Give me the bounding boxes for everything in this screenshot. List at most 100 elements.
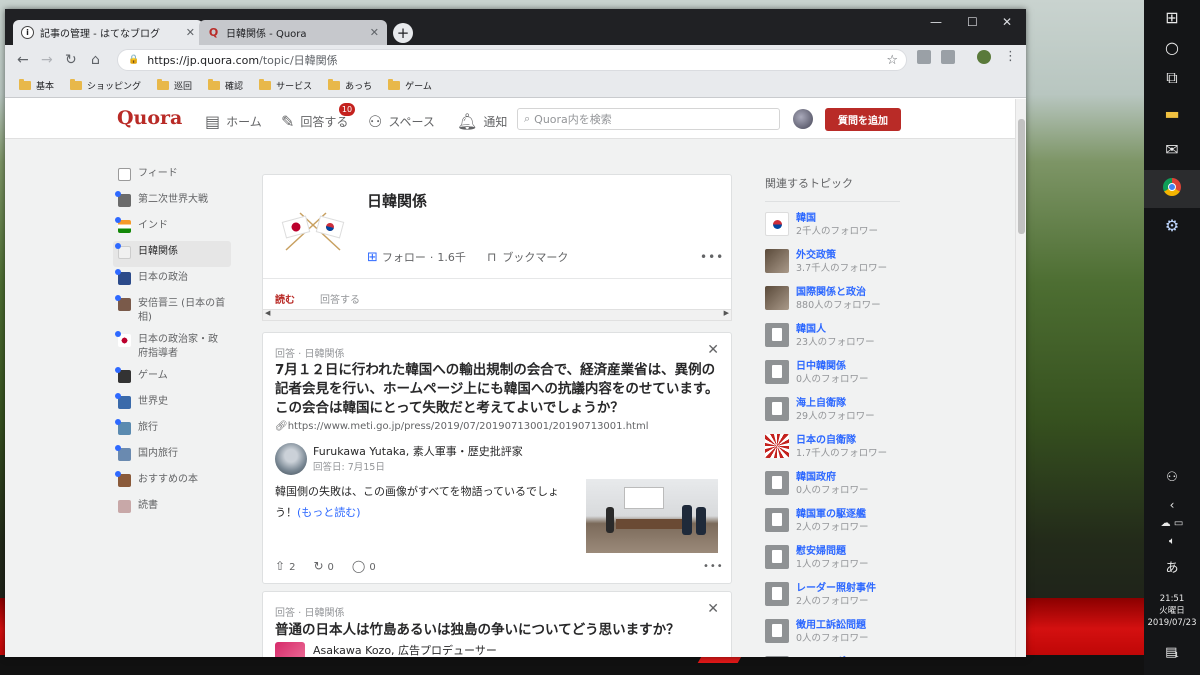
nav-notifications[interactable]: 🔔︎ 通知: [457, 112, 507, 131]
sidebar-item[interactable]: インド: [113, 215, 231, 241]
sidebar-item[interactable]: 日本の政治家・政府指導者: [113, 329, 231, 365]
sidebar-item-active[interactable]: 日韓関係: [113, 241, 231, 267]
task-view-icon[interactable]: ⧉: [1144, 68, 1200, 88]
back-icon[interactable]: ←: [17, 52, 29, 68]
related-topic-item[interactable]: 慰安婦問題 1人のフォロワー: [765, 545, 975, 582]
search-input[interactable]: ⌕ Quora内を検索: [517, 108, 780, 130]
ime-indicator[interactable]: あ: [1144, 557, 1200, 576]
related-topic-item[interactable]: 国際関係と政治 880人のフォロワー: [765, 286, 975, 323]
people-icon[interactable]: ⚇: [1144, 470, 1200, 485]
new-tab-button[interactable]: +: [393, 23, 413, 43]
dismiss-icon[interactable]: ✕: [707, 342, 719, 358]
profile-avatar[interactable]: [977, 50, 991, 64]
upvote-button[interactable]: ⇧ 2: [275, 559, 295, 573]
dismiss-icon[interactable]: ✕: [707, 601, 719, 617]
notification-center-icon[interactable]: ▤ 1: [1144, 645, 1200, 660]
quora-logo[interactable]: Quora: [117, 107, 182, 129]
related-topic-name[interactable]: 日中韓関係: [796, 360, 869, 373]
related-topic-name[interactable]: 韓国人: [796, 323, 875, 336]
scroll-right-icon[interactable]: ▶: [724, 309, 729, 317]
related-topic-item[interactable]: 韓国政府 0人のフォロワー: [765, 471, 975, 508]
follow-button[interactable]: ⊞ フォロー · 1.6千: [367, 249, 466, 265]
horizontal-scrollbar[interactable]: ◀ ▶: [262, 309, 732, 321]
related-topic-item[interactable]: 韓国軍の駆逐艦 2人のフォロワー: [765, 508, 975, 545]
sidebar-item[interactable]: ゲーム: [113, 365, 231, 391]
windows-start-icon[interactable]: ⊞: [1144, 8, 1200, 27]
tab-close-icon[interactable]: ✕: [186, 26, 195, 39]
tab-read[interactable]: 読む: [275, 291, 295, 306]
scroll-left-icon[interactable]: ◀: [265, 309, 270, 317]
sidebar-item[interactable]: おすすめの本: [113, 469, 231, 495]
sidebar-item[interactable]: 安倍晋三 (日本の首相): [113, 293, 231, 329]
bookmark-folder[interactable]: 基本: [19, 79, 54, 92]
minimize-icon[interactable]: —: [930, 15, 942, 29]
clock[interactable]: 21:51 火曜日 2019/07/23: [1144, 593, 1200, 629]
vertical-scrollbar[interactable]: [1015, 99, 1026, 657]
related-topic-name[interactable]: 国際関係と政治: [796, 286, 881, 299]
bookmark-folder[interactable]: 巡回: [157, 79, 192, 92]
cortana-icon[interactable]: ○: [1144, 38, 1200, 57]
sidebar-item[interactable]: 日本の政治: [113, 267, 231, 293]
address-bar[interactable]: 🔒 https://jp.quora.com/topic/日韓関係 ☆: [117, 49, 907, 71]
more-options-icon[interactable]: •••: [703, 561, 724, 572]
author-name[interactable]: Asakawa Kozo, 広告プロデューサー: [313, 642, 497, 657]
bookmark-folder[interactable]: サービス: [259, 79, 312, 92]
nav-answer[interactable]: ✎ 回答する: [281, 112, 348, 131]
author-avatar[interactable]: [275, 443, 307, 475]
question-title[interactable]: 普通の日本人は竹島あるいは独島の争いについてどう思いますか？: [275, 618, 680, 638]
related-topic-name[interactable]: 韓国: [796, 212, 878, 225]
answer-image[interactable]: [586, 479, 718, 553]
mail-icon[interactable]: ✉: [1144, 140, 1200, 159]
read-more-link[interactable]: (もっと読む): [297, 506, 361, 519]
sidebar-item-feed[interactable]: フィード: [113, 163, 231, 189]
related-topic-item[interactable]: 日本の自衛隊 1.7千人のフォロワー: [765, 434, 975, 471]
author-avatar[interactable]: [275, 642, 305, 657]
related-topic-name[interactable]: 徴用工訴訟問題: [796, 619, 869, 632]
chrome-icon[interactable]: [1144, 178, 1200, 196]
bookmark-folder[interactable]: 確認: [208, 79, 243, 92]
related-topic-item[interactable]: 外交政策 3.7千人のフォロワー: [765, 249, 975, 286]
download-extension-icon[interactable]: [917, 50, 931, 64]
related-topic-name[interactable]: ＦＣレーダー: [796, 656, 856, 657]
related-topic-name[interactable]: 慰安婦問題: [796, 545, 869, 558]
related-topic-name[interactable]: 韓国政府: [796, 471, 869, 484]
nav-home[interactable]: ▤ ホーム: [205, 112, 262, 131]
related-topic-item[interactable]: ＦＣレーダー: [765, 656, 975, 657]
network-icon[interactable]: ☁ ▭: [1144, 518, 1200, 529]
reload-icon[interactable]: ↻: [65, 52, 77, 68]
related-topic-item[interactable]: 韓国 2千人のフォロワー: [765, 212, 975, 249]
file-explorer-icon[interactable]: ▬: [1144, 104, 1200, 123]
author-name[interactable]: Furukawa Yutaka, 素人軍事・歴史批評家: [313, 443, 523, 459]
nav-spaces[interactable]: ⚇ スペース: [368, 112, 435, 131]
maximize-icon[interactable]: ☐: [967, 15, 978, 29]
tab-answer[interactable]: 回答する: [320, 291, 360, 306]
home-icon[interactable]: ⌂: [91, 52, 100, 68]
sidebar-item[interactable]: 国内旅行: [113, 443, 231, 469]
related-topic-item[interactable]: 韓国人 23人のフォロワー: [765, 323, 975, 360]
volume-icon[interactable]: 🔈︎: [1144, 536, 1200, 547]
tab-close-icon[interactable]: ✕: [370, 26, 379, 39]
sidebar-item[interactable]: 第二次世界大戦: [113, 189, 231, 215]
related-topic-name[interactable]: 海上自衛隊: [796, 397, 875, 410]
bookmark-folder[interactable]: ゲーム: [388, 79, 432, 92]
related-topic-item[interactable]: 日中韓関係 0人のフォロワー: [765, 360, 975, 397]
sidebar-item[interactable]: 世界史: [113, 391, 231, 417]
chrome-menu-icon[interactable]: ⋮: [1004, 49, 1017, 64]
bookmark-folder[interactable]: ショッピング: [70, 79, 141, 92]
related-topic-name[interactable]: 日本の自衛隊: [796, 434, 887, 447]
sidebar-item[interactable]: 読書: [113, 495, 231, 521]
extension-icon[interactable]: [941, 50, 955, 64]
forward-icon[interactable]: →: [41, 52, 53, 68]
bookmark-folder[interactable]: あっち: [328, 79, 372, 92]
tab-hatena[interactable]: i 記事の管理 - はてなブログ ✕: [13, 20, 203, 45]
add-question-button[interactable]: 質問を追加: [825, 108, 901, 131]
scrollbar-thumb[interactable]: [1018, 119, 1025, 234]
window-close-icon[interactable]: ✕: [1002, 15, 1012, 29]
bookmark-button[interactable]: ⊓ ブックマーク: [487, 249, 568, 265]
related-topic-name[interactable]: レーダー照射事件: [796, 582, 876, 595]
tray-expand-icon[interactable]: ‹: [1144, 498, 1200, 512]
related-topic-name[interactable]: 韓国軍の駆逐艦: [796, 508, 869, 521]
related-topic-item[interactable]: レーダー照射事件 2人のフォロワー: [765, 582, 975, 619]
bookmark-star-icon[interactable]: ☆: [886, 53, 898, 68]
tab-quora[interactable]: Q 日韓関係 - Quora ✕: [199, 20, 387, 45]
